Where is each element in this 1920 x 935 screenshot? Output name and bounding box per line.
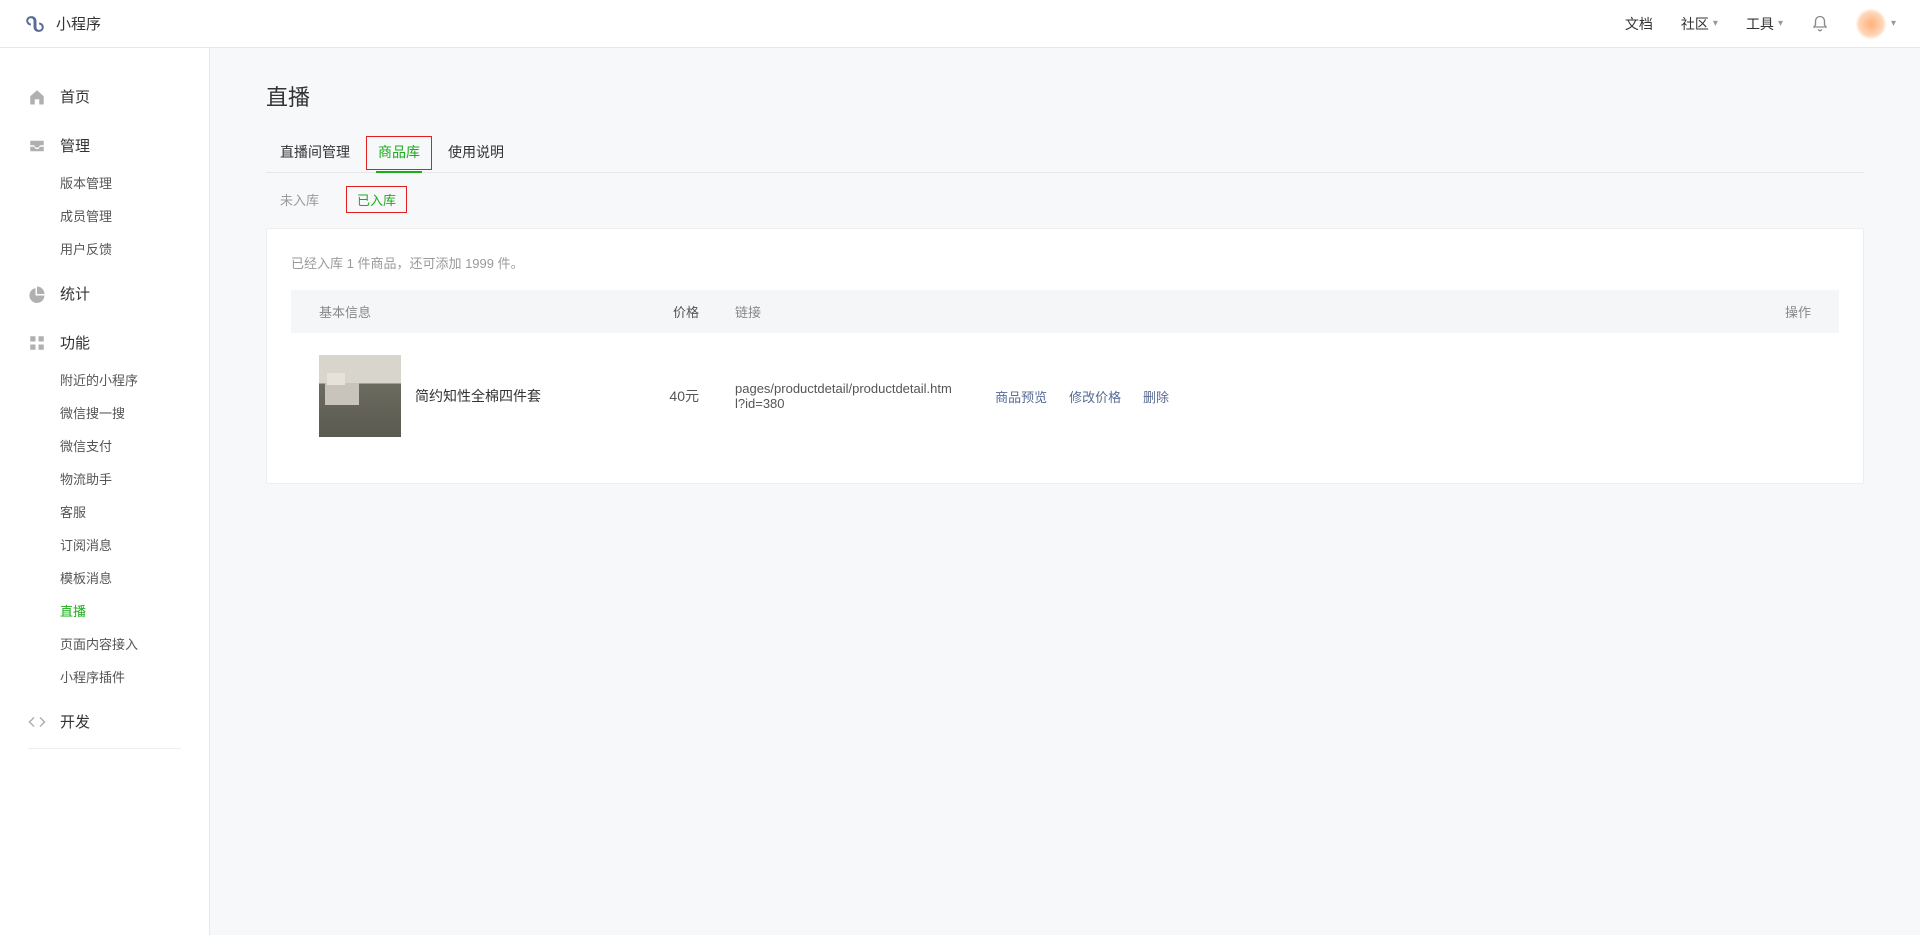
avatar (1857, 10, 1885, 38)
sidebar-sub-nearby[interactable]: 附近的小程序 (0, 363, 209, 396)
table-header: 基本信息 价格 链接 操作 (291, 290, 1839, 333)
th-link: 链接 (699, 302, 1601, 321)
th-actions: 操作 (1601, 302, 1811, 321)
chevron-down-icon: ▾ (1778, 18, 1783, 29)
subtab-stored[interactable]: 已入库 (347, 187, 406, 212)
tab-room-manage[interactable]: 直播间管理 (266, 134, 364, 172)
sidebar-sub-search[interactable]: 微信搜一搜 (0, 396, 209, 429)
main-content: 直播 直播间管理 商品库 使用说明 未入库 已入库 已经入库 1 件商品，还可添… (210, 48, 1920, 935)
sidebar-sub-logistics[interactable]: 物流助手 (0, 462, 209, 495)
row-actions: 商品预览 修改价格 删除 (959, 387, 1169, 406)
inbox-icon (28, 137, 46, 155)
table-row: 简约知性全棉四件套 40元 pages/productdetail/produc… (291, 333, 1839, 459)
home-icon (28, 88, 46, 106)
divider (28, 748, 181, 749)
user-menu[interactable]: ▾ (1857, 10, 1896, 38)
topnav-community[interactable]: 社区▾ (1681, 14, 1718, 34)
topbar-brand: 小程序 (24, 13, 101, 35)
product-card: 已经入库 1 件商品，还可添加 1999 件。 基本信息 价格 链接 操作 简约… (266, 228, 1864, 484)
sidebar-sub-feedback[interactable]: 用户反馈 (0, 232, 209, 265)
th-price: 价格 (629, 302, 699, 321)
topbar: 小程序 文档 社区▾ 工具▾ ▾ (0, 0, 1920, 48)
card-hint: 已经入库 1 件商品，还可添加 1999 件。 (291, 253, 1839, 272)
action-delete[interactable]: 删除 (1143, 390, 1169, 405)
sidebar-sub-template[interactable]: 模板消息 (0, 561, 209, 594)
bell-icon[interactable] (1811, 15, 1829, 33)
action-edit-price[interactable]: 修改价格 (1069, 390, 1121, 405)
action-preview[interactable]: 商品预览 (995, 390, 1047, 405)
product-link: pages/productdetail/productdetail.html?i… (699, 381, 959, 411)
product-thumbnail (319, 355, 401, 437)
chevron-down-icon: ▾ (1713, 18, 1718, 29)
sidebar-sub-plugin[interactable]: 小程序插件 (0, 660, 209, 693)
grid-icon (28, 334, 46, 352)
topbar-right: 文档 社区▾ 工具▾ ▾ (1625, 10, 1896, 38)
sidebar-item-manage[interactable]: 管理 (0, 125, 209, 166)
sidebar: 首页 管理 版本管理 成员管理 用户反馈 统计 功能 附近的小程序 微信搜一搜 (0, 48, 210, 935)
sidebar-sub-subscribe[interactable]: 订阅消息 (0, 528, 209, 561)
sidebar-item-features[interactable]: 功能 (0, 322, 209, 363)
chevron-down-icon: ▾ (1891, 18, 1896, 29)
sidebar-sub-service[interactable]: 客服 (0, 495, 209, 528)
tabs: 直播间管理 商品库 使用说明 (266, 134, 1864, 173)
product-table: 基本信息 价格 链接 操作 简约知性全棉四件套 40元 pages/produc… (291, 290, 1839, 459)
product-name: 简约知性全棉四件套 (415, 386, 541, 406)
code-icon (28, 713, 46, 731)
tab-instructions[interactable]: 使用说明 (434, 134, 518, 172)
miniprogram-logo-icon (24, 13, 46, 35)
subtab-not-stored[interactable]: 未入库 (270, 187, 329, 212)
sidebar-item-develop[interactable]: 开发 (0, 701, 209, 742)
sidebar-sub-members[interactable]: 成员管理 (0, 199, 209, 232)
topnav-docs[interactable]: 文档 (1625, 14, 1653, 34)
topnav-tools[interactable]: 工具▾ (1746, 14, 1783, 34)
page-title: 直播 (266, 80, 1864, 112)
sidebar-item-home[interactable]: 首页 (0, 76, 209, 117)
sidebar-sub-live[interactable]: 直播 (0, 594, 209, 627)
app-name: 小程序 (56, 13, 101, 34)
pie-icon (28, 285, 46, 303)
tab-product-library[interactable]: 商品库 (364, 134, 434, 172)
sidebar-sub-pay[interactable]: 微信支付 (0, 429, 209, 462)
sidebar-sub-pagecontent[interactable]: 页面内容接入 (0, 627, 209, 660)
sidebar-item-stats[interactable]: 统计 (0, 273, 209, 314)
sidebar-sub-version[interactable]: 版本管理 (0, 166, 209, 199)
product-price: 40元 (629, 386, 699, 406)
th-info: 基本信息 (319, 302, 629, 321)
subtabs: 未入库 已入库 (266, 187, 1864, 228)
